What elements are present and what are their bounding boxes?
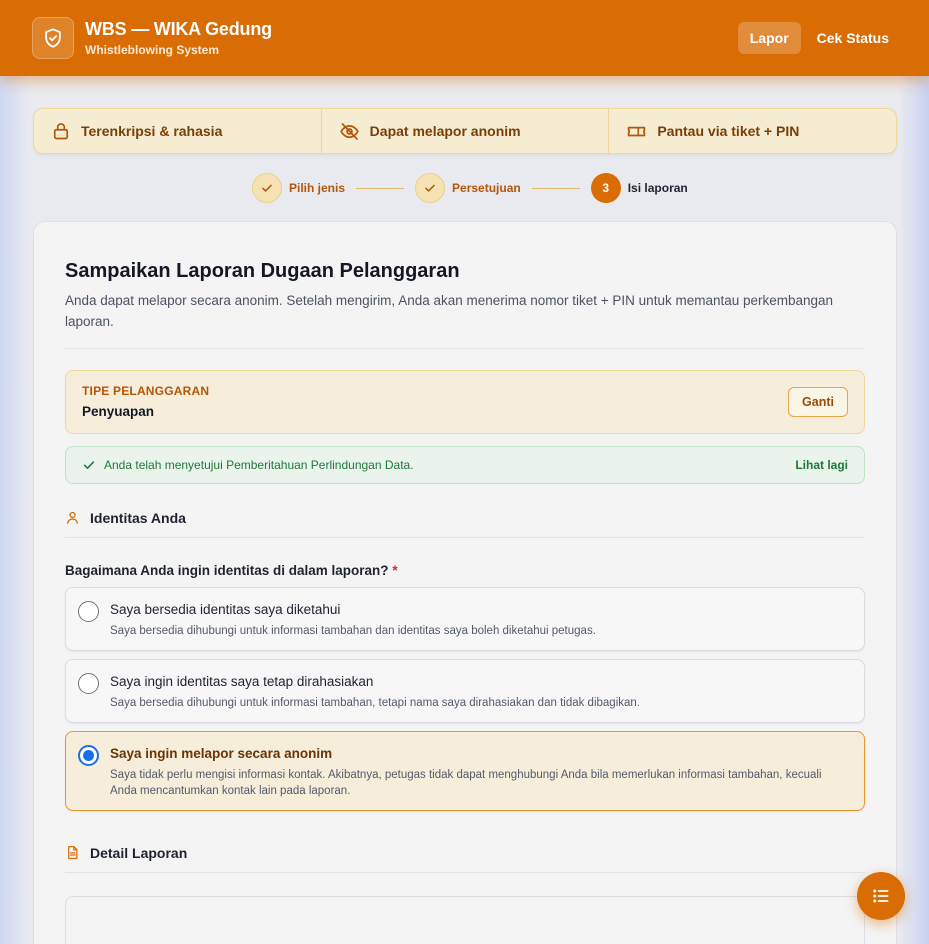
stepper: Pilih jenis Persetujuan 3 Isi laporan [252,173,688,203]
section-title: Identitas Anda [90,509,186,526]
option-description: Saya bersedia dihubungi untuk informasi … [110,625,596,637]
detail-section-header: Detail Laporan [65,833,865,873]
document-icon [68,845,78,860]
step-connector [531,187,580,189]
step-label: Isi laporan [627,181,688,195]
identity-option-known[interactable]: Saya bersedia identitas saya diketahui S… [65,587,865,651]
feature-encrypted: Terenkripsi & rahasia [34,109,322,153]
user-icon [67,511,78,524]
top-nav: Lapor Cek Status [737,22,897,54]
lock-icon [53,123,69,140]
feature-ticket: Pantau via tiket + PIN [609,109,896,153]
radio-button-selected[interactable] [78,745,99,766]
feature-label: Pantau via tiket + PIN [657,123,800,139]
brand: WBS — WIKA Gedung Whistleblowing System [85,19,272,57]
identity-section-header: Identitas Anda [65,498,865,538]
identity-option-anonymous[interactable]: Saya ingin melapor secara anonim Saya ti… [65,731,865,811]
consent-banner: Anda telah menyetujui Pemberitahuan Perl… [65,446,865,484]
page-description: Anda dapat melapor secara anonim. Setela… [65,293,834,329]
section-title: Detail Laporan [90,844,188,861]
list-menu-button[interactable] [857,872,905,920]
option-title: Saya ingin identitas saya tetap dirahasi… [110,674,374,689]
step-pilih-jenis: Pilih jenis [252,173,345,203]
radio-button[interactable] [78,673,99,694]
step-isi-laporan: 3 Isi laporan [590,173,688,203]
check-icon [83,461,95,469]
feature-label: Dapat melapor anonim [369,123,521,139]
feature-anonymous: Dapat melapor anonim [322,109,610,153]
question-text: Bagaimana Anda ingin identitas di dalam … [65,563,389,578]
check-icon [415,173,446,203]
ticket-icon [628,126,646,136]
left-glow [0,70,30,944]
option-title: Saya bersedia identitas saya diketahui [110,602,341,617]
identity-question: Bagaimana Anda ingin identitas di dalam … [65,563,398,578]
radio-button[interactable] [78,601,99,622]
step-persetujuan: Persetujuan [415,173,521,203]
step-connector [356,187,405,189]
nav-cek-status-button[interactable]: Cek Status [809,22,897,54]
shield-check-icon [32,17,74,59]
option-description: Saya tidak perlu mengisi informasi konta… [110,769,822,797]
step-number: 3 [590,173,621,203]
violation-type-value: Penyuapan [82,404,155,419]
divider [65,348,865,349]
list-icon [873,889,889,903]
eye-off-icon [339,122,359,140]
check-icon [252,173,282,203]
nav-lapor-button[interactable]: Lapor [737,22,801,54]
step-label: Persetujuan [452,181,521,195]
report-detail-editor[interactable] [65,896,865,944]
feature-label: Terenkripsi & rahasia [81,123,223,139]
feature-strip: Terenkripsi & rahasia Dapat melapor anon… [33,108,897,154]
violation-type-box: TIPE PELANGGARAN Penyuapan Ganti [65,370,865,434]
option-title: Saya ingin melapor secara anonim [110,746,333,761]
report-form-card: Sampaikan Laporan Dugaan Pelanggaran And… [33,221,897,944]
change-type-button[interactable]: Ganti [788,387,848,417]
option-description: Saya bersedia dihubungi untuk informasi … [110,697,640,709]
app-header: WBS — WIKA Gedung Whistleblowing System … [0,0,929,76]
step-label: Pilih jenis [289,181,346,195]
violation-type-label: TIPE PELANGGARAN [82,384,210,398]
page-title: Sampaikan Laporan Dugaan Pelanggaran [65,260,460,282]
app-title: WBS — WIKA Gedung [85,19,272,39]
right-glow [899,70,929,944]
consent-text: Anda telah menyetujui Pemberitahuan Perl… [104,458,414,472]
identity-option-confidential[interactable]: Saya ingin identitas saya tetap dirahasi… [65,659,865,723]
app-subtitle: Whistleblowing System [85,43,220,57]
view-again-link[interactable]: Lihat lagi [795,458,848,472]
required-mark: * [392,563,398,578]
